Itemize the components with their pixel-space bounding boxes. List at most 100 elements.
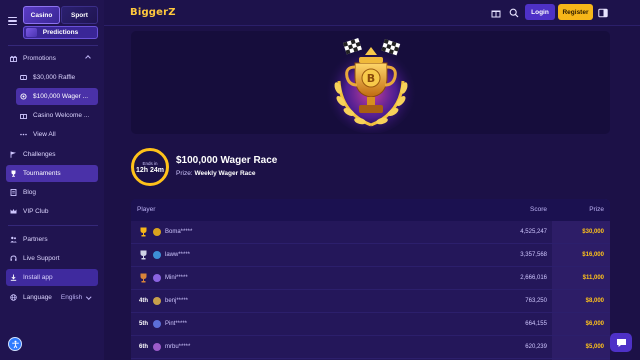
leaderboard-table: Player Score Prize Boma***** 4,525,247 $30… bbox=[131, 199, 610, 360]
sidebar-item-label: View All bbox=[33, 131, 56, 138]
ticket-icon bbox=[20, 74, 27, 81]
player-prize: $11,000 bbox=[582, 275, 604, 281]
player-score: 664,155 bbox=[525, 321, 547, 327]
globe-icon bbox=[10, 294, 17, 301]
divider bbox=[8, 45, 98, 46]
register-button[interactable]: Register bbox=[558, 4, 593, 20]
sidebar-item-raffle[interactable]: $30,000 Raffle bbox=[16, 69, 98, 86]
promotions-gift-icon[interactable] bbox=[491, 8, 501, 18]
player-score: 620,239 bbox=[525, 344, 547, 350]
download-icon bbox=[10, 274, 17, 281]
divider bbox=[8, 225, 98, 226]
player-score: 3,357,568 bbox=[520, 252, 547, 258]
gear-icon bbox=[20, 93, 27, 100]
column-header-score: Score bbox=[530, 206, 547, 213]
sidebar-item-promotions[interactable]: Promotions bbox=[6, 50, 98, 67]
register-label: Register bbox=[562, 8, 589, 16]
player-score: 4,525,247 bbox=[520, 229, 547, 235]
sidebar-item-casino-welcome[interactable]: Casino Welcome ... bbox=[16, 107, 98, 124]
sidebar-item-live-support[interactable]: Live Support bbox=[6, 250, 98, 267]
avatar bbox=[153, 343, 161, 351]
sidebar-item-partners[interactable]: Partners bbox=[6, 231, 98, 248]
timer-value: 12h 24m bbox=[135, 166, 165, 174]
sidebar-item-blog[interactable]: Blog bbox=[6, 184, 98, 201]
document-icon bbox=[10, 189, 17, 196]
trophy-illustration: B bbox=[321, 33, 421, 134]
table-body: Boma***** 4,525,247 $30,000 laww***** 3,357,… bbox=[131, 221, 610, 359]
player-name: laww***** bbox=[165, 252, 191, 258]
avatar bbox=[153, 297, 161, 305]
chevron-up-icon[interactable] bbox=[85, 55, 91, 61]
language-value: English bbox=[60, 294, 83, 301]
player-score: 2,666,016 bbox=[520, 275, 547, 281]
race-title: $100,000 Wager Race bbox=[176, 155, 278, 166]
player-prize: $6,000 bbox=[585, 321, 604, 327]
casino-switch[interactable]: Casino bbox=[23, 6, 60, 24]
sidebar-item-label: Install app bbox=[23, 274, 53, 281]
sidebar-item-challenges[interactable]: Challenges bbox=[6, 146, 98, 163]
sidebar-item-label: Blog bbox=[23, 189, 37, 196]
sidebar-item-tournaments[interactable]: Tournaments bbox=[6, 165, 98, 182]
search-icon[interactable] bbox=[509, 8, 519, 18]
table-row: 4th benj***** 763,250 $8,000 bbox=[131, 290, 610, 313]
sidebar: Casino Sport Predictions Promotions $30,… bbox=[0, 0, 104, 360]
chevron-down-icon bbox=[86, 294, 92, 299]
timer-label: Ends in bbox=[142, 160, 158, 166]
dots-icon bbox=[20, 131, 27, 138]
rank-label: 4th bbox=[139, 298, 148, 304]
menu-icon[interactable] bbox=[8, 17, 17, 25]
table-row: Boma***** 4,525,247 $30,000 bbox=[131, 221, 610, 244]
logo-text: BiggerZ bbox=[130, 7, 176, 18]
gift-icon bbox=[10, 55, 17, 62]
table-row: 5th Pint***** 664,155 $6,000 bbox=[131, 313, 610, 336]
language-label: Language bbox=[23, 294, 52, 301]
rank-label: 6th bbox=[139, 344, 148, 350]
accessibility-icon[interactable] bbox=[8, 337, 22, 351]
sport-switch[interactable]: Sport bbox=[61, 6, 98, 24]
silver-trophy-icon bbox=[139, 250, 148, 260]
login-button[interactable]: Login bbox=[525, 4, 555, 20]
sidebar-item-label: $100,000 Wager ... bbox=[33, 93, 89, 100]
avatar bbox=[153, 251, 161, 259]
chat-button[interactable] bbox=[610, 333, 632, 352]
predictions-button[interactable]: Predictions bbox=[23, 26, 98, 39]
sidebar-item-label: VIP Club bbox=[23, 208, 49, 215]
player-name: benj***** bbox=[165, 298, 189, 304]
users-icon bbox=[10, 236, 17, 243]
svg-text:B: B bbox=[367, 72, 375, 85]
prize-value: Weekly Wager Race bbox=[194, 170, 256, 177]
gift-icon bbox=[20, 112, 27, 119]
table-header: Player Score Prize bbox=[131, 199, 610, 221]
player-prize: $30,000 bbox=[582, 229, 604, 235]
hero-banner: B bbox=[131, 31, 610, 134]
countdown-timer: Ends in 12h 24m bbox=[131, 148, 169, 186]
player-prize: $8,000 bbox=[585, 298, 604, 304]
predictions-icon bbox=[26, 28, 37, 37]
language-selector[interactable]: Language English bbox=[6, 289, 98, 306]
table-row: 6th mrbu***** 620,239 $5,000 bbox=[131, 336, 610, 359]
avatar bbox=[153, 274, 161, 282]
logo[interactable]: BiggerZ bbox=[130, 7, 176, 18]
install-app-button[interactable]: Install app bbox=[6, 269, 98, 286]
column-header-player: Player bbox=[137, 206, 156, 213]
gold-trophy-icon bbox=[139, 227, 148, 237]
sidebar-item-label: Promotions bbox=[23, 55, 56, 62]
player-name: mrbu***** bbox=[165, 344, 191, 350]
sidebar-item-vip-club[interactable]: VIP Club bbox=[6, 203, 98, 220]
table-row: Mini***** 2,666,016 $11,000 bbox=[131, 267, 610, 290]
sidebar-item-view-all[interactable]: View All bbox=[16, 126, 98, 143]
sidebar-item-label: Partners bbox=[23, 236, 48, 243]
player-name: Boma***** bbox=[165, 229, 193, 235]
sidebar-item-label: $30,000 Raffle bbox=[33, 74, 76, 81]
login-label: Login bbox=[531, 8, 549, 16]
sidebar-item-wager-race[interactable]: $100,000 Wager ... bbox=[16, 88, 98, 105]
player-name: Pint***** bbox=[165, 321, 188, 327]
trophy-icon bbox=[10, 170, 17, 177]
bronze-trophy-icon bbox=[139, 273, 148, 283]
chat-icon bbox=[616, 338, 626, 347]
avatar bbox=[153, 228, 161, 236]
sidebar-toggle-icon[interactable] bbox=[598, 8, 608, 18]
sidebar-item-label: Tournaments bbox=[23, 170, 61, 177]
sport-switch-label: Sport bbox=[71, 11, 88, 19]
crown-icon bbox=[10, 208, 17, 215]
